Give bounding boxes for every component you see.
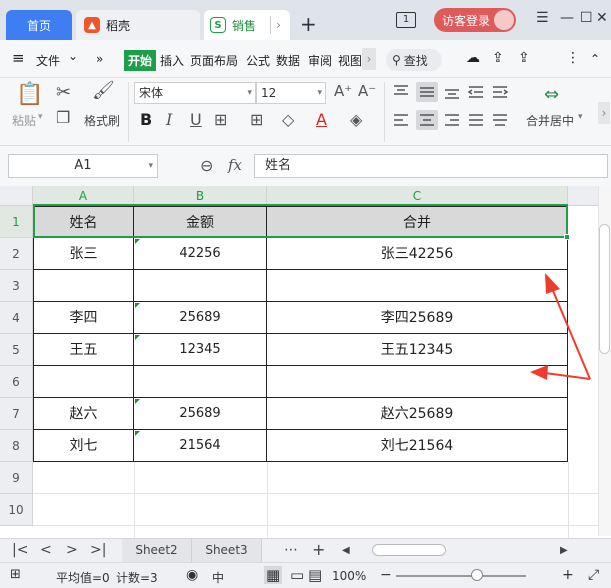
more-sheets-icon[interactable]: ⋯ [284,542,298,558]
arrow-left-shaft [544,372,591,380]
zoom-level[interactable]: 100% [332,569,366,583]
arrow-left-head [530,365,548,380]
page-break-view-icon[interactable]: ▤ [308,566,322,584]
zoom-out-icon[interactable]: − [380,567,392,583]
add-sheet-icon[interactable]: + [312,540,325,559]
arrow-up-shaft [550,285,591,380]
first-sheet-icon[interactable]: |< [12,542,28,558]
sheet-tab-bar: |< < > >| Sheet2 Sheet3 ⋯ + ◀ ▶ [0,538,611,562]
next-sheet-icon[interactable]: > [66,542,78,558]
zoom-slider-thumb[interactable] [471,569,483,581]
horizontal-scroll-thumb[interactable] [372,544,446,556]
fullscreen-icon[interactable]: ⤢ [588,567,599,583]
eye-icon[interactable]: ◉ [186,567,198,583]
scroll-right-icon[interactable]: ▶ [560,545,568,556]
sheet-tab-sheet3[interactable]: Sheet3 [192,539,262,562]
average-readout: 平均值=0 [56,571,110,585]
sheet-list-icon[interactable]: ⊞ [10,567,21,582]
normal-view-icon[interactable]: ▦ [264,566,283,584]
input-mode-icon[interactable]: 中 [212,569,224,586]
app-window: 首页 ▲ 稻壳 S 销售 › + 1 访客登录 ☰ — ☐ ✕ ≡ 文件 ⌄ »… [0,0,611,588]
annotation-arrows [530,273,591,380]
vertical-scroll-thumb[interactable] [599,224,610,354]
arrow-up-head [545,273,560,294]
zoom-slider[interactable] [396,575,526,577]
page-view-icon[interactable]: ▭ [290,566,304,584]
scroll-left-icon[interactable]: ◀ [342,545,350,556]
zoom-in-icon[interactable]: + [562,567,574,583]
prev-sheet-icon[interactable]: < [40,542,52,558]
status-bar: ⊞ 平均值=0 计数=3 ◉ 中 ▦ ▭ ▤ 100% − + ⤢ [0,562,611,588]
sheet-tab-sheet2[interactable]: Sheet2 [122,539,192,562]
count-readout: 计数=3 [116,571,158,585]
last-sheet-icon[interactable]: >| [90,542,106,558]
